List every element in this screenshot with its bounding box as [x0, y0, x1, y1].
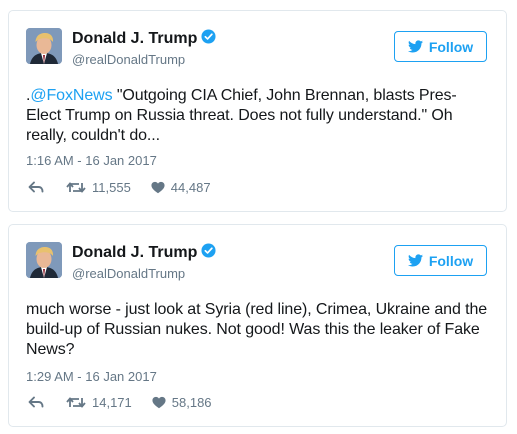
author-name-row: Donald J. Trump [72, 243, 216, 263]
reply-icon [28, 396, 44, 409]
verified-badge-icon [201, 243, 216, 263]
verified-badge-icon [201, 29, 216, 49]
tweet-card: Donald J. Trump @realDonaldTrump Follow … [8, 224, 507, 427]
tweet-text: much worse - just look at Syria (red lin… [26, 300, 491, 360]
tweet-timestamp[interactable]: 1:29 AM - 16 Jan 2017 [26, 369, 157, 384]
retweet-count: 11,555 [92, 180, 131, 195]
retweet-button[interactable]: 14,171 [66, 395, 132, 410]
tweet-actions: 11,555 44,487 [28, 180, 211, 195]
heart-icon [152, 396, 166, 409]
follow-button[interactable]: Follow [394, 245, 487, 276]
reply-icon [28, 181, 44, 194]
retweet-button[interactable]: 11,555 [66, 180, 131, 195]
twitter-bird-icon [407, 254, 423, 267]
tweet-card: Donald J. Trump @realDonaldTrump Follow … [8, 10, 507, 212]
author-name-row: Donald J. Trump [72, 29, 216, 49]
retweet-count: 14,171 [92, 395, 132, 410]
like-button[interactable]: 58,186 [152, 395, 212, 410]
avatar[interactable] [26, 28, 62, 64]
tweet-actions: 14,171 58,186 [28, 395, 212, 410]
author-handle[interactable]: @realDonaldTrump [72, 266, 185, 281]
reply-button[interactable] [28, 181, 44, 194]
reply-button[interactable] [28, 396, 44, 409]
like-count: 58,186 [171, 395, 212, 410]
tweet-text: .@FoxNews "Outgoing CIA Chief, John Bren… [26, 86, 491, 146]
mention-link[interactable]: @FoxNews [30, 87, 112, 104]
follow-button[interactable]: Follow [394, 31, 487, 62]
follow-label: Follow [428, 252, 474, 269]
author-name[interactable]: Donald J. Trump [72, 30, 197, 47]
heart-icon [151, 181, 165, 194]
like-count: 44,487 [170, 180, 211, 195]
tweet-text-body: much worse - just look at Syria (red lin… [26, 301, 488, 358]
like-button[interactable]: 44,487 [151, 180, 211, 195]
retweet-icon [66, 181, 86, 194]
retweet-icon [66, 396, 86, 409]
author-name[interactable]: Donald J. Trump [72, 244, 197, 261]
follow-label: Follow [428, 38, 474, 55]
author-handle[interactable]: @realDonaldTrump [72, 52, 185, 67]
avatar[interactable] [26, 242, 62, 278]
tweet-timestamp[interactable]: 1:16 AM - 16 Jan 2017 [26, 153, 157, 168]
twitter-bird-icon [407, 40, 423, 53]
